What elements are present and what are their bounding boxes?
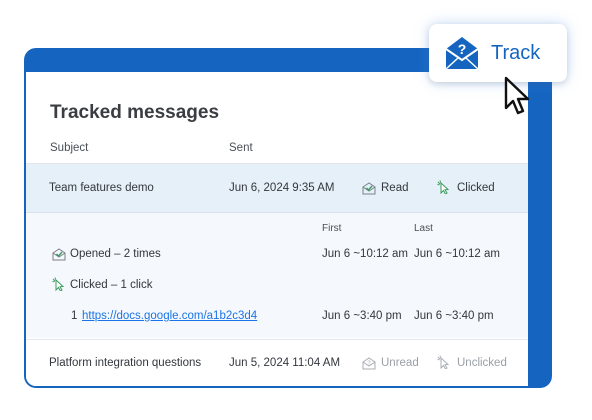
message-subject: Team features demo	[49, 182, 154, 194]
envelope-question-icon: ?	[445, 37, 479, 70]
message-subject: Platform integration questions	[49, 357, 202, 369]
cursor-click-icon	[437, 355, 450, 369]
track-button[interactable]: ? Track	[429, 24, 567, 82]
mouse-pointer-icon	[504, 76, 530, 115]
column-header-subject[interactable]: Subject	[50, 142, 88, 154]
cursor-click-icon	[52, 277, 65, 291]
click-status: Unclicked	[457, 357, 507, 369]
last-column-label: Last	[414, 223, 433, 234]
message-row[interactable]: Platform integration questions Jun 5, 20…	[26, 339, 528, 386]
read-status: Read	[381, 182, 409, 194]
link-last-time: Jun 6 ~3:40 pm	[414, 310, 494, 322]
page-title: Tracked messages	[50, 102, 220, 123]
cursor-click-icon	[437, 180, 450, 194]
opened-count: Opened – 2 times	[70, 248, 161, 260]
opened-last-time: Jun 6 ~10:12 am	[414, 248, 500, 260]
tracked-messages-panel: Tracked messages Subject Sent Team featu…	[26, 72, 528, 386]
tracked-link[interactable]: https://docs.google.com/a1b2c3d4	[82, 310, 257, 322]
envelope-open-check-icon	[362, 182, 376, 195]
opened-first-time: Jun 6 ~10:12 am	[322, 248, 408, 260]
read-status: Unread	[381, 357, 419, 369]
click-status: Clicked	[457, 182, 495, 194]
clicked-count: Clicked – 1 click	[70, 279, 153, 291]
svg-text:?: ?	[367, 361, 371, 367]
message-sent-date: Jun 6, 2024 9:35 AM	[229, 182, 335, 194]
envelope-question-icon: ?	[362, 357, 376, 370]
envelope-open-check-icon	[52, 248, 66, 261]
track-button-label: Track	[491, 42, 541, 64]
column-header-sent[interactable]: Sent	[229, 142, 253, 154]
message-details: First Last Opened – 2 times Jun 6 ~10:12…	[26, 213, 528, 338]
message-sent-date: Jun 5, 2024 11:04 AM	[229, 357, 341, 369]
message-row-selected[interactable]: Team features demo Jun 6, 2024 9:35 AM R…	[26, 164, 528, 213]
link-first-time: Jun 6 ~3:40 pm	[322, 310, 402, 322]
svg-text:?: ?	[458, 41, 467, 57]
link-index: 1	[71, 310, 78, 322]
first-column-label: First	[322, 223, 342, 234]
